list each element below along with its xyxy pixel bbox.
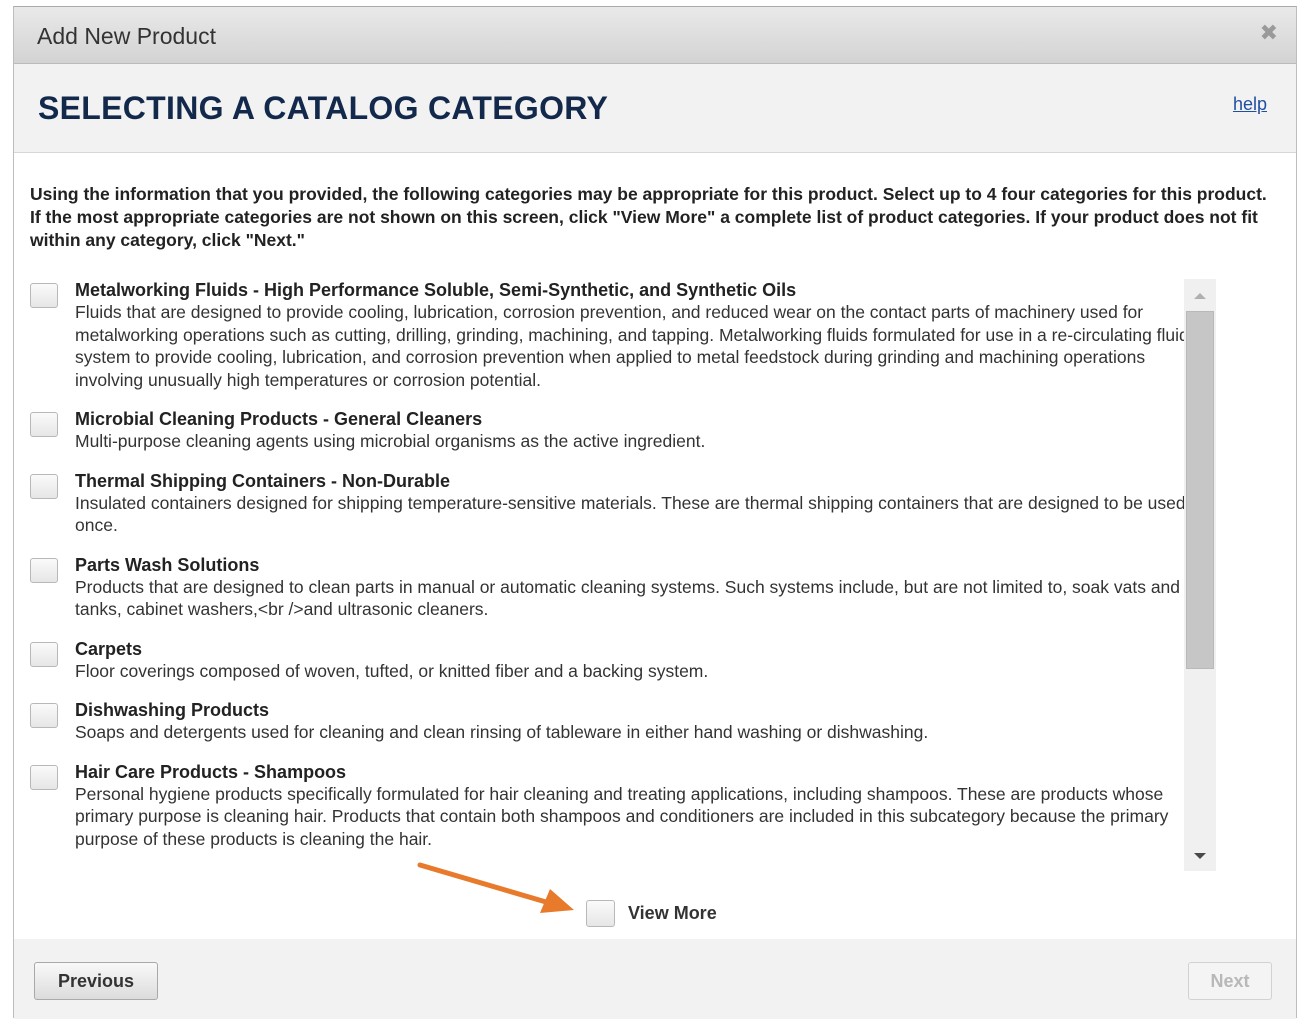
close-icon[interactable]: ✖ (1260, 21, 1278, 45)
category-checkbox[interactable] (30, 764, 58, 790)
category-item: Thermal Shipping Containers - Non-Durabl… (14, 470, 1216, 537)
view-more-label: View More (628, 903, 717, 923)
dialog-body: Using the information that you provided,… (14, 153, 1296, 939)
step-header: SELECTING A CATALOG CATEGORY help (14, 64, 1296, 153)
category-name: Dishwashing Products (75, 700, 270, 720)
category-item: Carpets Floor coverings composed of wove… (14, 638, 1216, 683)
category-item: Microbial Cleaning Products - General Cl… (14, 408, 1216, 453)
annotation-arrow-icon (417, 862, 574, 913)
scrollbar-thumb[interactable] (1186, 311, 1214, 669)
category-list[interactable]: Metalworking Fluids - High Performance S… (14, 279, 1216, 871)
view-more-checkbox[interactable] (586, 900, 615, 927)
category-name: Parts Wash Solutions (75, 554, 260, 575)
scroll-up-arrow-icon[interactable] (1194, 293, 1206, 299)
help-link[interactable]: help (1233, 94, 1267, 115)
next-button[interactable]: Next (1188, 962, 1272, 1000)
dialog-title: Add New Product (37, 23, 216, 49)
category-item: Metalworking Fluids - High Performance S… (14, 279, 1216, 391)
category-name: Metalworking Fluids - High Performance S… (75, 280, 797, 300)
category-item: Hair Care Products - Shampoos Personal h… (14, 761, 1216, 851)
add-product-dialog: Add New Product ✖ SELECTING A CATALOG CA… (13, 6, 1297, 1019)
category-checkbox[interactable] (30, 557, 58, 583)
category-checkbox[interactable] (30, 283, 58, 308)
category-checkbox[interactable] (30, 703, 58, 728)
category-description: Products that are designed to clean part… (75, 576, 1181, 620)
category-description: Insulated containers designed for shippi… (75, 492, 1186, 536)
dialog-footer: Previous Next (14, 939, 1296, 1019)
instructions-text: Using the information that you provided,… (30, 184, 1267, 250)
category-name: Hair Care Products - Shampoos (75, 761, 347, 782)
list-scrollbar[interactable] (1184, 279, 1216, 871)
category-description: Floor coverings composed of woven, tufte… (75, 660, 709, 681)
category-checkbox[interactable] (30, 641, 58, 667)
category-description: Fluids that are designed to provide cool… (75, 302, 1189, 390)
previous-button[interactable]: Previous (34, 962, 158, 1000)
scroll-down-arrow-icon[interactable] (1194, 853, 1206, 859)
category-checkbox[interactable] (30, 473, 58, 499)
category-checkbox[interactable] (30, 412, 58, 437)
category-description: Soaps and detergents used for cleaning a… (75, 722, 929, 742)
category-description: Personal hygiene products specifically f… (75, 783, 1169, 849)
category-item: Parts Wash Solutions Products that are d… (14, 554, 1216, 621)
category-name: Thermal Shipping Containers - Non-Durabl… (75, 470, 451, 491)
category-name: Carpets (75, 638, 143, 659)
category-name: Microbial Cleaning Products - General Cl… (75, 409, 483, 429)
page-title: SELECTING A CATALOG CATEGORY (38, 90, 609, 126)
category-description: Multi-purpose cleaning agents using micr… (75, 431, 706, 451)
dialog-titlebar: Add New Product ✖ (14, 7, 1296, 64)
category-item: Dishwashing Products Soaps and detergent… (14, 699, 1216, 744)
